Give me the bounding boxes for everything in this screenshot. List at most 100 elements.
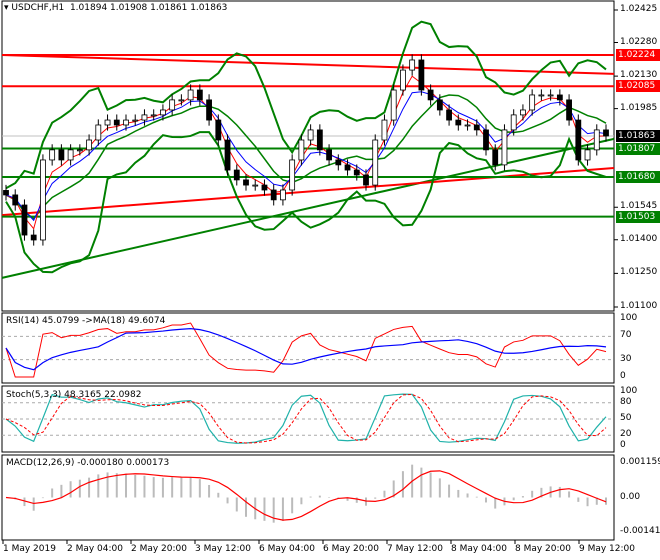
candle-body [575,119,582,161]
candle-body [492,149,499,166]
rsi-tick-label: 30 [620,353,632,364]
candle-body [603,129,609,137]
stoch-tick-label: 0 [620,440,626,450]
stoch-signal-line [5,393,607,444]
candle-body [113,119,120,126]
candle-body [372,139,379,186]
stoch-main-line [5,393,607,444]
macd-tick-label: 0.00 [620,491,641,502]
chart-canvas[interactable] [0,0,660,560]
candle-body [344,164,351,171]
candle-body [123,119,129,126]
candle-body [436,99,443,111]
candle-body [566,99,572,121]
ma-slow [5,91,607,222]
candle-body [49,149,56,161]
candle-body [261,184,268,191]
level-tag: 1.02085 [616,80,660,93]
trendline [1,54,615,75]
candle-body [409,59,416,71]
candle-body [160,109,166,116]
candle-body [67,149,74,161]
candle-body [427,89,434,101]
candle-body [215,119,222,141]
rsi-tick-label: 70 [620,330,632,341]
chart-window: ▾ USDCHF,H1 1.01894 1.01908 1.01861 1.01… [0,0,660,560]
price-tick-label: 1.01250 [620,267,658,278]
bollinger-middle [5,94,607,220]
bollinger-lower [5,131,607,274]
candle-body [95,124,102,141]
candle-body [501,129,508,166]
candle-body [556,94,563,101]
candle-body [353,169,360,176]
candle-body [547,94,554,97]
price-tick-label: 1.01400 [620,233,658,244]
macd-title: MACD(12,26,9) -0.000180 0.000173 [6,458,170,468]
candle-body [363,174,369,186]
rsi-tick-label: 100 [620,313,638,323]
candle-body [335,159,342,166]
symbol-label: USDCHF,H1 [11,3,65,13]
candle-body [206,99,212,121]
candle-body [529,94,536,111]
candle-body [270,189,277,201]
candle-body [520,109,526,116]
candle-body [280,189,286,201]
time-label: 6 May 04:00 [259,544,315,554]
candle-body [307,129,314,141]
candle-body [178,99,185,102]
candle-body [538,94,545,97]
time-label: 9 May 12:00 [579,544,635,554]
stoch-tick-label: 100 [620,386,638,396]
candle-body [584,149,591,161]
candle-body [298,139,305,161]
candle-body [76,149,83,152]
stoch-title: Stoch(5,3,3) 48.3165 22.0982 [6,390,142,400]
candle-body [446,109,452,121]
rsi-title: RSI(14) 45.0799 ->MA(18) 49.6074 [6,316,166,326]
price-tick-label: 1.02280 [620,36,658,47]
candle-body [326,149,332,161]
time-label: 3 May 12:00 [195,544,251,554]
price-tick-label: 1.02130 [620,70,658,81]
time-label: 8 May 04:00 [451,544,507,554]
candle-body [150,114,157,117]
chart-header: ▾ USDCHF,H1 1.01894 1.01908 1.01861 1.01… [4,3,228,13]
candle-body [21,204,28,236]
macd-tick-label: 0.001159 [620,456,660,467]
candle-body [58,149,65,161]
candle-body [316,129,323,151]
ma-fast [5,75,607,230]
time-label: 6 May 20:00 [323,544,379,554]
macd-tick-label: -0.001412 [620,526,660,537]
candle-body [40,159,46,241]
candle-body [187,89,194,101]
stoch-tick-label: 20 [620,429,632,440]
time-label: 1 May 2019 [3,544,56,554]
candle-body [381,119,388,141]
time-label: 8 May 20:00 [515,544,571,554]
level-tag: 1.01503 [616,210,660,223]
time-label: 2 May 04:00 [67,544,123,554]
price-tick-label: 1.01100 [620,301,658,311]
candle-body [418,59,425,91]
candle-body [233,169,240,181]
candle-body [196,89,203,101]
candle-body [141,114,148,121]
candle-body [132,119,139,122]
stoch-tick-label: 50 [620,413,632,423]
level-tag: 1.01807 [616,142,660,155]
level-tag: 1.01680 [616,170,660,183]
candle-body [3,190,9,196]
candle-body [243,179,249,186]
time-label: 7 May 12:00 [387,544,443,554]
candle-body [104,119,111,126]
current-price-tag: 1.01863 [616,129,660,142]
candle-body [473,124,480,131]
candle-body [12,194,19,206]
candle-body [30,234,37,241]
candle-body [593,129,600,151]
candle-body [510,114,517,131]
time-label: 2 May 20:00 [131,544,187,554]
